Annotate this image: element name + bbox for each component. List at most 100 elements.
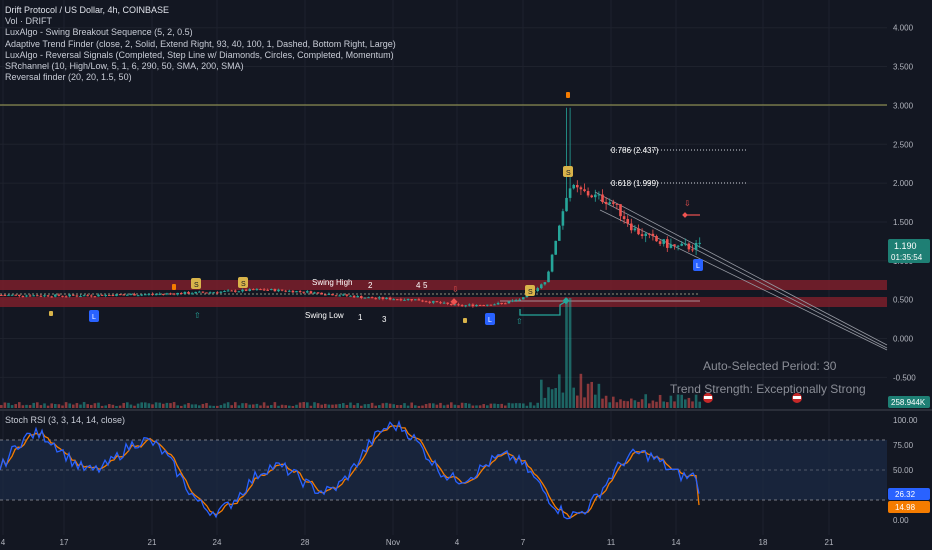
candle-body [298, 291, 302, 293]
volume-bar [514, 403, 518, 408]
candle-body [352, 295, 356, 298]
candle-body [230, 290, 233, 292]
volume-bar [7, 402, 10, 408]
volume-bar [241, 403, 244, 408]
volume-bar [295, 404, 298, 408]
volume-bar [608, 402, 611, 408]
candle-body [522, 297, 525, 300]
volume-bar [3, 402, 7, 408]
candle-body [316, 292, 320, 294]
volume-bar [313, 402, 316, 408]
volume-bar [694, 394, 698, 408]
sequence-number-1: 1 [358, 313, 363, 322]
candle-body [309, 291, 313, 294]
symbol-title[interactable]: Drift Protocol / US Dollar, 4h, COINBASE [5, 5, 396, 16]
indicator-adaptive-trend[interactable]: Adaptive Trend Finder (close, 2, Solid, … [5, 39, 396, 50]
volume-bar [568, 298, 572, 408]
svg-text:L: L [696, 263, 700, 270]
candle-body [684, 243, 687, 245]
volume-bar [46, 405, 50, 408]
volume-bar [266, 405, 269, 408]
buy-marker[interactable]: L [485, 313, 495, 325]
candle-body [608, 202, 611, 205]
candle-body [43, 295, 46, 297]
candle-body [507, 301, 511, 304]
candle-body [306, 291, 309, 293]
volume-bar [460, 402, 464, 408]
volume-bar [543, 397, 547, 408]
candle-body [486, 304, 489, 306]
indicator-reversal-finder[interactable]: Reversal finder (20, 20, 1.5, 50) [5, 72, 396, 83]
sell-marker[interactable]: S [191, 278, 201, 289]
sell-marker[interactable]: S [525, 285, 535, 296]
volume-bar [457, 405, 460, 408]
candle-body [396, 299, 399, 301]
candle-body [381, 297, 385, 299]
candle-body [270, 289, 273, 291]
volume-bar [626, 401, 629, 408]
candle-body [676, 245, 680, 247]
candle-body [266, 289, 269, 291]
candle-body [147, 293, 151, 295]
volume-bar [277, 405, 280, 408]
volume-bar [504, 405, 507, 408]
volume-bar [518, 403, 521, 408]
candle-body [180, 292, 183, 294]
volume-bar [385, 402, 388, 408]
up-arrow-icon: ⇧ [516, 317, 523, 326]
candle-body [651, 233, 655, 236]
volume-bar [540, 379, 543, 408]
svg-text:S: S [528, 289, 533, 296]
candle-body [410, 299, 413, 301]
volume-bar [583, 397, 586, 408]
circle-signal-icon [463, 318, 467, 323]
sr-zone-lower [0, 297, 887, 307]
buy-marker[interactable]: L [89, 310, 99, 322]
volume-bar [334, 404, 338, 408]
stoch-rsi-legend[interactable]: Stoch RSI (3, 3, 14, 14, close) [5, 415, 125, 425]
circle-signal-icon [566, 92, 570, 98]
sell-marker[interactable]: S [238, 277, 248, 288]
volume-bar [421, 405, 424, 408]
candle-body [500, 302, 503, 304]
volume-bar [219, 405, 223, 408]
candle-body [273, 289, 277, 292]
candle-body [216, 292, 219, 294]
sequence-number-5: 5 [423, 281, 428, 290]
candle-body [219, 291, 223, 293]
volume-bar [18, 402, 21, 408]
volume-bar [10, 405, 14, 408]
indicator-volume[interactable]: Vol · DRIFT [5, 16, 396, 27]
candle-body [7, 294, 10, 296]
indicator-srchannel[interactable]: SRchannel (10, High/Low, 5, 1, 6, 290, 5… [5, 61, 396, 72]
volume-bar [61, 405, 64, 408]
candle-body [493, 304, 496, 306]
candle-body [295, 291, 298, 293]
candle-body [597, 194, 601, 196]
candle-body [615, 203, 619, 205]
candle-body [259, 289, 262, 291]
volume-bar [39, 405, 43, 408]
candle-body [25, 295, 28, 297]
volume-bar [32, 402, 35, 408]
trend-strength-label: Trend Strength: Exceptionally Strong [670, 382, 866, 396]
volume-bar [370, 402, 374, 408]
candle-body [363, 297, 367, 299]
sell-marker[interactable]: S [563, 166, 573, 177]
candle-body [72, 294, 75, 296]
candle-body [450, 303, 453, 306]
volume-bar [36, 402, 39, 408]
candle-body [511, 300, 514, 302]
candle-body [234, 290, 237, 292]
volume-bar [432, 403, 435, 408]
indicator-reversal-signals[interactable]: LuxAlgo - Reversal Signals (Completed, S… [5, 50, 396, 61]
candle-body [334, 295, 338, 297]
candle-body [331, 293, 334, 296]
fib-786-label: 0.786 (2.437) [611, 146, 659, 155]
indicator-swing-breakout[interactable]: LuxAlgo - Swing Breakout Sequence (5, 2,… [5, 27, 396, 38]
candle-body [622, 216, 626, 220]
buy-marker[interactable]: L [693, 259, 703, 271]
sequence-number-2: 2 [368, 281, 373, 290]
volume-bar [169, 403, 172, 408]
candle-body [579, 187, 583, 190]
